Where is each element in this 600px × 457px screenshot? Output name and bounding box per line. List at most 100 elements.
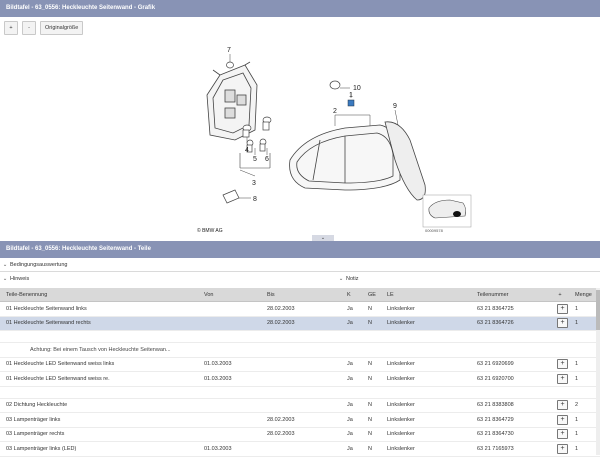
col-le-header[interactable]: LE [381,288,471,302]
col-ge-header[interactable]: GE [362,288,381,302]
cell-k: Ja [341,357,362,372]
cell-le: Linkslenker [381,398,471,413]
col-k-header[interactable]: K [341,288,362,302]
cell-le: Linkslenker [381,316,471,331]
notes-section[interactable]: ⌄ Notiz [336,273,359,285]
cell-to [261,441,341,457]
note-row: Achtung: Bei einem Tausch von Heckleucht… [0,342,600,358]
add-to-cart-button[interactable]: + [557,318,568,329]
cell-le: Linkslenker [381,427,471,442]
cell-ge: N [362,427,381,442]
zoom-out-button[interactable]: - [22,21,36,35]
table-row[interactable]: 01 Heckleuchte LED Seitenwand weiss link… [0,357,600,372]
graphic-panel-title: Bildtafel - 63_0556: Heckleuchte Seitenw… [0,0,600,17]
hints-section[interactable]: ⌄ Hinweis [0,273,30,285]
cell-from: 01.03.2003 [198,371,261,387]
cell-name: 01 Heckleuchte Seitenwand rechts [0,316,198,331]
table-row[interactable]: 03 Lampenträger rechts 28.02.2003 Ja N Links… [0,427,600,442]
cell-le: Linkslenker [381,412,471,428]
hints-notes-row: ⌄ Hinweis ⌄ Notiz [0,273,600,285]
cell-to: 28.02.2003 [261,427,341,442]
callout-10: 10 [353,85,361,92]
cell-ge: N [362,441,381,457]
conditions-label: Bedingungsauswertung [10,262,68,268]
graphic-toolbar: + - Originalgröße [4,21,84,35]
add-to-cart-button[interactable]: + [557,443,568,454]
cell-from [198,316,261,331]
cell-partnumber: 63 21 6920700 [471,371,551,387]
add-to-cart-button[interactable]: + [557,400,568,411]
cell-ge: N [362,316,381,331]
cell-ge [362,386,381,399]
table-row[interactable]: 02 Dichtung Heckleuchte Ja N Linkslenker 63 … [0,398,600,413]
cell-from: 01.03.2003 [198,357,261,372]
col-name-header[interactable]: Teile-Benennung [0,288,198,302]
add-to-cart-button[interactable]: + [557,373,568,384]
callout-3: 3 [252,180,256,187]
cell-partnumber: 63 21 6920699 [471,357,551,372]
cell-le: Linkslenker [381,371,471,387]
cell-le [381,386,471,399]
cell-add: + [551,398,569,413]
cell-k: Ja [341,412,362,428]
add-to-cart-button[interactable]: + [557,429,568,440]
cell-name: 03 Lampenträger links (LED) [0,441,198,457]
col-partnumber-header[interactable]: Teilenummer [471,288,551,302]
cell-k: Ja [341,441,362,457]
col-from-header[interactable]: Von [198,288,261,302]
callout-1: 1 [349,92,353,99]
table-row[interactable]: 03 Lampenträger links 28.02.2003 Ja N Linksl… [0,412,600,428]
cell-to [261,398,341,413]
callout-2: 2 [333,108,337,115]
cell-add: + [551,371,569,387]
notes-label: Notiz [346,276,359,282]
chevron-down-icon: ⌄ [2,262,8,268]
zoom-in-button[interactable]: + [4,21,18,35]
cell-partnumber [471,330,551,343]
cell-add: + [551,316,569,331]
cell-k: Ja [341,371,362,387]
copyright-text: © BMW AG [197,227,223,234]
spacer-row [0,386,600,399]
callout-4: 4 [245,147,249,154]
cell-ge [362,330,381,343]
cell-add: + [551,441,569,457]
cell-name: 01 Heckleuchte LED Seitenwand weiss re. [0,371,198,387]
cell-partnumber: 63 21 7165973 [471,441,551,457]
cell-to: 28.02.2003 [261,316,341,331]
add-to-cart-button[interactable]: + [557,359,568,370]
col-to-header[interactable]: Bis [261,288,341,302]
cell-add [551,330,569,343]
cell-from [198,386,261,399]
callout-7: 7 [227,47,231,54]
table-row[interactable]: 01 Heckleuchte Seitenwand links 28.02.200… [0,301,600,317]
original-size-button[interactable]: Originalgröße [40,21,84,35]
table-row[interactable]: 03 Lampenträger links (LED) 01.03.2003 Ja N… [0,441,600,457]
note-text: Achtung: Bei einem Tausch von Heckleucht… [30,346,171,353]
cell-le: Linkslenker [381,441,471,457]
cell-add: + [551,427,569,442]
spacer-row [0,330,600,343]
cell-partnumber: 63 21 8364729 [471,412,551,428]
cell-name: 01 Heckleuchte Seitenwand links [0,301,198,317]
cell-to [261,330,341,343]
add-to-cart-button[interactable]: + [557,414,568,425]
add-to-cart-button[interactable]: + [557,303,568,314]
table-row[interactable]: 01 Heckleuchte Seitenwand rechts 28.02.20… [0,316,600,331]
parts-table: Teile-Benennung Von Bis K GE LE Teilenum… [0,288,600,457]
parts-diagram: 7 10 1 9 2 4 5 6 3 8 © BMW AG 00009578 [197,47,472,234]
image-code: 00009578 [425,228,444,233]
parts-scrollbar-thumb[interactable] [596,290,600,330]
cell-k: Ja [341,398,362,413]
col-add-header[interactable]: + [551,288,569,302]
cell-le: Linkslenker [381,357,471,372]
table-row[interactable]: 01 Heckleuchte LED Seitenwand weiss re. 0… [0,371,600,387]
conditions-section[interactable]: ⌄ Bedingungsauswertung [0,259,600,272]
cell-ge: N [362,357,381,372]
callout-5: 5 [253,156,257,163]
cell-k: Ja [341,427,362,442]
cell-add: + [551,357,569,372]
cell-partnumber: 63 21 8364726 [471,316,551,331]
cell-k: Ja [341,316,362,331]
cell-to [261,386,341,399]
